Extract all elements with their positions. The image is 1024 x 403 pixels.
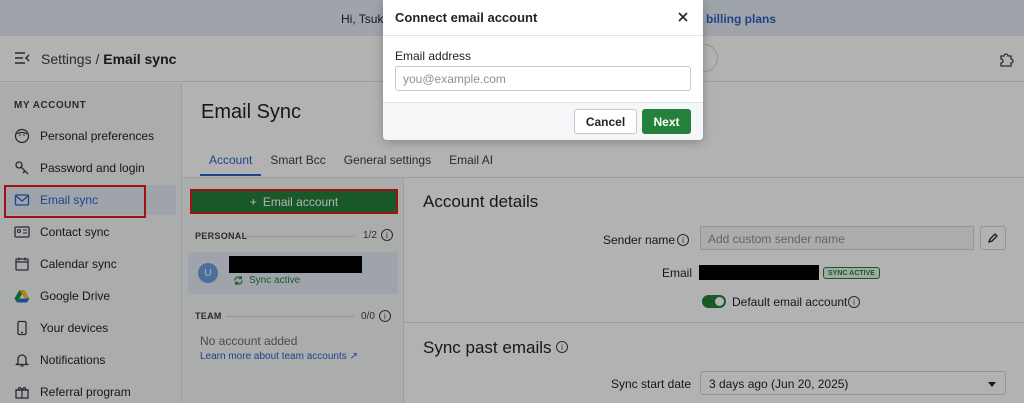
modal-title: Connect email account [395, 10, 538, 25]
next-button[interactable]: Next [642, 109, 691, 134]
connect-email-modal: Connect email account Email address Canc… [383, 0, 703, 140]
close-icon[interactable] [675, 9, 691, 25]
divider [383, 35, 703, 36]
cancel-button[interactable]: Cancel [574, 109, 637, 134]
email-address-label: Email address [395, 49, 472, 63]
email-address-input[interactable] [395, 66, 691, 91]
